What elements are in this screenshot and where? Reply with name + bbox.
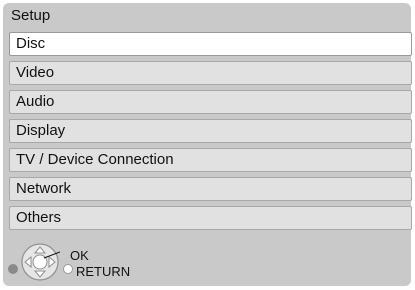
menu-item-tv-device-connection[interactable]: TV / Device Connection bbox=[9, 148, 412, 172]
menu-item-display[interactable]: Display bbox=[9, 119, 412, 143]
setup-panel: Setup Disc Video Audio Display TV / Devi… bbox=[3, 3, 412, 287]
control-hints: OK RETURN bbox=[3, 221, 411, 287]
return-hint-label: RETURN bbox=[76, 264, 131, 279]
setup-menu: Disc Video Audio Display TV / Device Con… bbox=[9, 32, 412, 235]
ok-hint-label: OK bbox=[70, 248, 89, 263]
dot-icon bbox=[8, 264, 18, 274]
return-button-icon bbox=[63, 264, 73, 274]
menu-item-network[interactable]: Network bbox=[9, 177, 412, 201]
menu-item-audio[interactable]: Audio bbox=[9, 90, 412, 114]
page-title: Setup bbox=[11, 7, 51, 24]
menu-item-disc[interactable]: Disc bbox=[9, 32, 412, 56]
menu-item-video[interactable]: Video bbox=[9, 61, 412, 85]
dpad-icon bbox=[21, 243, 60, 281]
